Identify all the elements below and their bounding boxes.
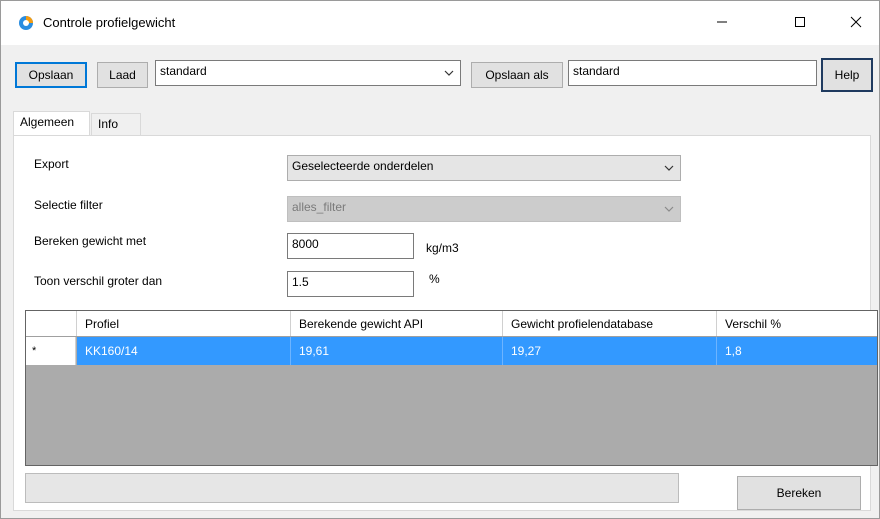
column-header-verschil[interactable]: Verschil % [717,311,877,336]
cell-profiel[interactable]: KK160/14 [77,337,291,365]
calculate-button[interactable]: Bereken [737,476,861,510]
window-title: Controle profielgewicht [43,15,176,30]
cell-berekende-gewicht[interactable]: 19,61 [291,337,503,365]
save-button[interactable]: Opslaan [15,62,87,88]
close-icon [850,16,862,31]
progress-bar [25,473,679,503]
load-button[interactable]: Laad [97,62,148,88]
new-row-marker: * [32,345,37,357]
density-unit: kg/m3 [426,241,459,255]
filter-select: alles_filter [287,196,681,222]
column-header-berekende-gewicht[interactable]: Berekende gewicht API [291,311,503,336]
title-bar[interactable]: Controle profielgewicht [1,1,879,45]
chevron-down-icon [664,161,674,171]
tab-info[interactable]: Info [91,113,141,135]
filter-select-value: alles_filter [292,200,347,214]
filter-label: Selectie filter [34,198,103,212]
close-button[interactable] [833,1,879,45]
profile-select-value: standard [160,64,207,78]
chevron-down-icon [444,66,454,76]
tab-algemeen[interactable]: Algemeen [13,111,90,136]
column-header-gewicht-database[interactable]: Gewicht profielendatabase [503,311,717,336]
export-select[interactable]: Geselecteerde onderdelen [287,155,681,181]
help-button[interactable]: Help [821,58,873,92]
grid-header: Profiel Berekende gewicht API Gewicht pr… [26,311,877,337]
main-window: Controle profielgewicht Opslaan Laad sta… [0,0,880,519]
profile-select[interactable]: standard [155,60,461,86]
results-grid[interactable]: Profiel Berekende gewicht API Gewicht pr… [25,310,878,466]
table-row[interactable]: * KK160/14 19,61 19,27 1,8 [26,337,877,365]
cell-verschil[interactable]: 1,8 [717,337,877,365]
column-header-profiel[interactable]: Profiel [77,311,291,336]
maximize-button[interactable] [777,1,823,45]
cell-gewicht-database[interactable]: 19,27 [503,337,717,365]
export-label: Export [34,157,69,171]
minimize-button[interactable] [699,1,745,45]
chevron-down-icon [664,202,674,212]
save-as-name-input[interactable]: standard [568,60,817,86]
diff-threshold-input[interactable]: 1.5 [287,271,414,297]
percent-unit: % [429,272,440,286]
maximize-icon [794,16,806,31]
row-header-corner [26,311,77,336]
weight-label: Bereken gewicht met [34,234,147,248]
diff-threshold-label: Toon verschil groter dan [34,274,163,288]
density-input[interactable]: 8000 [287,233,414,259]
save-as-button[interactable]: Opslaan als [471,62,563,88]
export-select-value: Geselecteerde onderdelen [292,159,434,173]
row-header[interactable]: * [26,337,76,365]
minimize-icon [716,16,728,31]
app-logo-icon [17,14,35,32]
